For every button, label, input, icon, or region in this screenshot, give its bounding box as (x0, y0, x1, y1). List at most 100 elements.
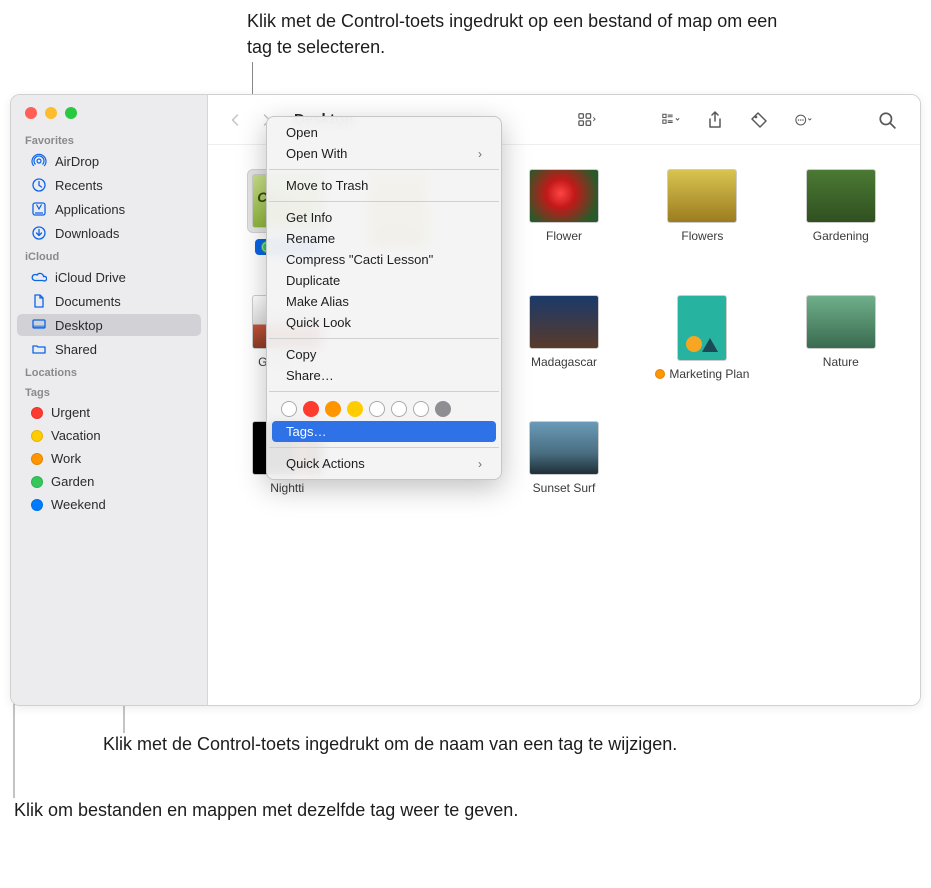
menu-tag-colors (267, 397, 501, 421)
callout-rename-tag: Klik met de Control-toets ingedrukt om d… (103, 731, 677, 757)
tag-color-red[interactable] (303, 401, 319, 417)
file-item-marketing-plan[interactable]: Marketing Plan (651, 295, 753, 381)
file-item-sunset-surf[interactable]: Sunset Surf (513, 421, 615, 495)
menu-item-share[interactable]: Share… (272, 365, 496, 386)
sidebar-item-label: Garden (51, 474, 94, 489)
sidebar-tag-garden[interactable]: Garden (17, 471, 201, 492)
menu-item-open-with[interactable]: Open With› (272, 143, 496, 164)
tag-color-icon (31, 476, 43, 488)
sidebar-item-airdrop[interactable]: AirDrop (17, 150, 201, 172)
chevron-right-icon: › (478, 147, 482, 161)
file-label: Madagascar (531, 355, 597, 369)
file-item-madagascar[interactable]: Madagascar (513, 295, 615, 381)
window-controls (11, 103, 207, 129)
callout-show-tagged: Klik om bestanden en mappen met dezelfde… (14, 797, 518, 823)
menu-item-compress[interactable]: Compress "Cacti Lesson" (272, 249, 496, 270)
menu-item-copy[interactable]: Copy (272, 344, 496, 365)
file-label: Gardening (813, 229, 869, 243)
sidebar-tag-urgent[interactable]: Urgent (17, 402, 201, 423)
minimize-button[interactable] (45, 107, 57, 119)
tag-color-icon (31, 499, 43, 511)
tag-color-icon (31, 453, 43, 465)
tag-color-icon (31, 407, 43, 419)
menu-item-duplicate[interactable]: Duplicate (272, 270, 496, 291)
view-icons-button[interactable] (570, 106, 604, 134)
menu-item-make-alias[interactable]: Make Alias (272, 291, 496, 312)
tag-color-yellow[interactable] (347, 401, 363, 417)
tag-color-orange[interactable] (325, 401, 341, 417)
tag-color-icon (31, 430, 43, 442)
sidebar-item-label: Downloads (55, 226, 119, 241)
sidebar-item-desktop[interactable]: Desktop (17, 314, 201, 336)
sidebar-section-tags: Tags (11, 381, 207, 401)
file-thumbnail (667, 169, 737, 223)
group-button[interactable] (654, 106, 688, 134)
sidebar-section-locations: Locations (11, 361, 207, 381)
file-thumbnail (806, 169, 876, 223)
sidebar-tag-work[interactable]: Work (17, 448, 201, 469)
zoom-button[interactable] (65, 107, 77, 119)
sidebar: Favorites AirDrop Recents Applications D… (11, 95, 208, 705)
sidebar-item-label: Documents (55, 294, 121, 309)
sidebar-item-label: Urgent (51, 405, 90, 420)
menu-item-rename[interactable]: Rename (272, 228, 496, 249)
menu-item-get-info[interactable]: Get Info (272, 207, 496, 228)
tag-color-gray[interactable] (435, 401, 451, 417)
sidebar-item-label: Shared (55, 342, 97, 357)
file-label: Sunset Surf (533, 481, 596, 495)
context-menu: Open Open With› Move to Trash Get Info R… (266, 116, 502, 480)
file-thumbnail (529, 169, 599, 223)
tag-color-slot[interactable] (413, 401, 429, 417)
menu-item-quick-actions[interactable]: Quick Actions› (272, 453, 496, 474)
chevron-right-icon: › (478, 457, 482, 471)
sidebar-item-applications[interactable]: Applications (17, 198, 201, 220)
menu-item-open[interactable]: Open (272, 122, 496, 143)
shared-folder-icon (31, 341, 47, 357)
sidebar-item-documents[interactable]: Documents (17, 290, 201, 312)
menu-separator (269, 391, 499, 392)
sidebar-section-icloud: iCloud (11, 245, 207, 265)
menu-item-tags[interactable]: Tags… (272, 421, 496, 442)
tags-button[interactable] (742, 106, 776, 134)
sidebar-item-label: Vacation (51, 428, 101, 443)
menu-item-quick-look[interactable]: Quick Look (272, 312, 496, 333)
close-button[interactable] (25, 107, 37, 119)
airdrop-icon (31, 153, 47, 169)
back-button[interactable] (224, 106, 246, 134)
download-icon (31, 225, 47, 241)
more-button[interactable] (786, 106, 820, 134)
file-item-nature[interactable]: Nature (790, 295, 892, 381)
sidebar-item-downloads[interactable]: Downloads (17, 222, 201, 244)
tag-indicator-icon (655, 369, 665, 379)
sidebar-item-shared[interactable]: Shared (17, 338, 201, 360)
file-thumbnail (529, 295, 599, 349)
search-button[interactable] (870, 106, 904, 134)
clock-icon (31, 177, 47, 193)
file-item-gardening[interactable]: Gardening (790, 169, 892, 255)
menu-separator (269, 201, 499, 202)
file-item-flower[interactable]: Flower (513, 169, 615, 255)
sidebar-item-label: Desktop (55, 318, 103, 333)
file-item-flowers[interactable]: Flowers (651, 169, 753, 255)
file-thumbnail (677, 295, 727, 361)
desktop-icon (31, 317, 47, 333)
file-label: Flowers (681, 229, 723, 243)
sidebar-item-label: iCloud Drive (55, 270, 126, 285)
tag-color-slot[interactable] (391, 401, 407, 417)
sidebar-item-label: AirDrop (55, 154, 99, 169)
sidebar-section-favorites: Favorites (11, 129, 207, 149)
menu-item-move-to-trash[interactable]: Move to Trash (272, 175, 496, 196)
file-label: Flower (546, 229, 582, 243)
sidebar-tag-vacation[interactable]: Vacation (17, 425, 201, 446)
sidebar-item-icloud-drive[interactable]: iCloud Drive (17, 266, 201, 288)
tag-color-slot[interactable] (369, 401, 385, 417)
sidebar-item-recents[interactable]: Recents (17, 174, 201, 196)
sidebar-item-label: Work (51, 451, 81, 466)
file-thumbnail (806, 295, 876, 349)
share-button[interactable] (698, 106, 732, 134)
tag-color-none[interactable] (281, 401, 297, 417)
sidebar-tag-weekend[interactable]: Weekend (17, 494, 201, 515)
document-icon (31, 293, 47, 309)
file-label: Nightti (270, 481, 304, 495)
cloud-icon (31, 269, 47, 285)
